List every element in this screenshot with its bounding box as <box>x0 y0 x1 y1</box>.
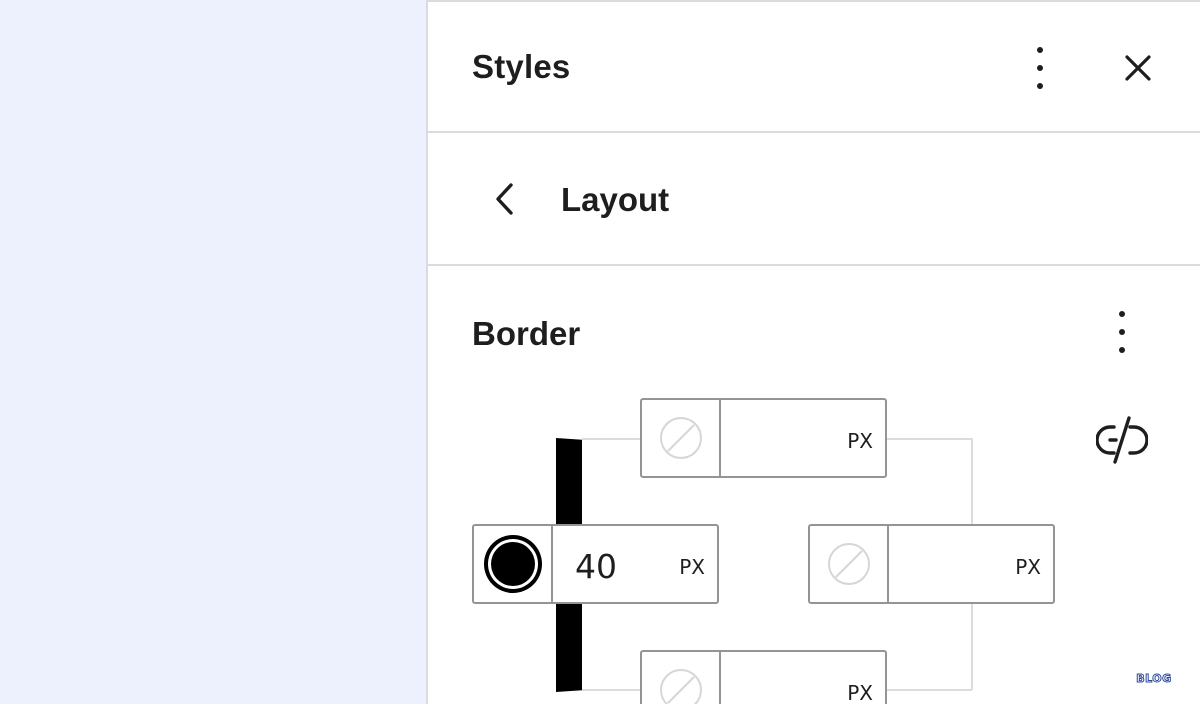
navigation-row: Layout <box>428 133 1200 266</box>
left-border-preview <box>556 438 582 526</box>
no-color-swatch-icon <box>827 543 870 585</box>
border-left-color-button[interactable] <box>474 526 553 602</box>
back-button[interactable] <box>484 177 524 221</box>
border-top-unit[interactable]: PX <box>847 429 873 453</box>
editor-canvas <box>0 0 426 704</box>
border-left-unit[interactable]: PX <box>679 555 705 579</box>
border-right-width-input[interactable]: PX <box>889 526 1053 602</box>
connector-line <box>886 438 972 440</box>
border-top-control: PX <box>640 398 887 478</box>
blog-watermark-logo: BLOG <box>1120 664 1188 692</box>
no-color-swatch-icon <box>659 669 702 704</box>
options-button[interactable] <box>1020 42 1060 94</box>
unlink-icon <box>1096 416 1148 464</box>
border-bottom-color-button[interactable] <box>642 652 721 704</box>
more-vertical-icon <box>1037 47 1043 89</box>
more-vertical-icon <box>1119 311 1125 353</box>
border-bottom-unit[interactable]: PX <box>847 681 873 704</box>
close-icon <box>1125 55 1151 81</box>
watermark-text: BLOG <box>1136 671 1172 685</box>
left-border-preview <box>556 604 582 692</box>
styles-panel: Styles Layout Border PX 40 PX PX PX <box>426 0 1200 704</box>
connector-line <box>886 689 972 691</box>
connector-line <box>971 604 973 690</box>
border-right-control: PX <box>808 524 1055 604</box>
border-section-title: Border <box>472 315 581 352</box>
border-left-width-input[interactable]: 40 PX <box>553 526 717 602</box>
border-bottom-control: PX <box>640 650 887 704</box>
panel-title: Styles <box>472 48 571 85</box>
border-left-width-value: 40 <box>575 547 617 586</box>
border-top-color-button[interactable] <box>642 400 721 476</box>
chevron-left-icon <box>496 183 513 215</box>
border-right-color-button[interactable] <box>810 526 889 602</box>
connector-line <box>971 438 973 524</box>
connector-line <box>582 438 642 440</box>
border-top-width-input[interactable]: PX <box>721 400 885 476</box>
border-bottom-width-input[interactable]: PX <box>721 652 885 704</box>
unlink-sides-button[interactable] <box>1094 410 1150 470</box>
panel-header: Styles <box>428 2 1200 133</box>
border-right-unit[interactable]: PX <box>1015 555 1041 579</box>
color-swatch-icon <box>483 535 542 593</box>
navigation-title: Layout <box>561 181 670 218</box>
border-left-control: 40 PX <box>472 524 719 604</box>
no-color-swatch-icon <box>659 417 702 459</box>
connector-line <box>582 689 642 691</box>
border-options-button[interactable] <box>1102 306 1142 358</box>
close-button[interactable] <box>1118 46 1158 90</box>
